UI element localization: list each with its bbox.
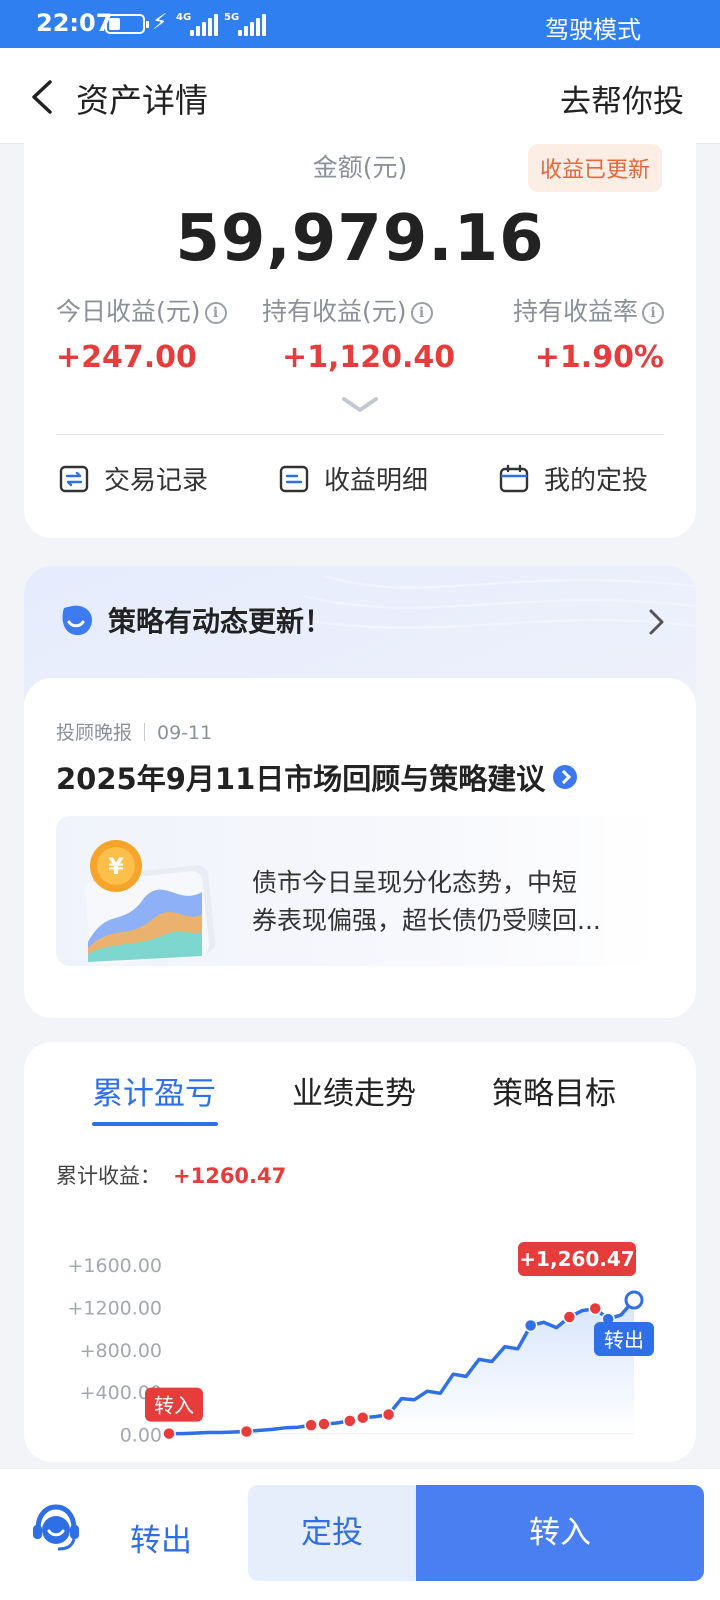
signal-4g-icon	[190, 12, 218, 36]
divider	[56, 434, 664, 435]
transfer-in-marker	[343, 1414, 357, 1428]
peak-value-label: +1,260.47	[519, 1247, 634, 1271]
strategy-header: 策略有动态更新！	[58, 600, 332, 640]
trade-records-label: 交易记录	[104, 466, 209, 496]
strategy-header-text: 策略有动态更新！	[108, 605, 333, 638]
battery-icon	[105, 14, 149, 34]
y-tick-label: +1200.00	[68, 1297, 163, 1319]
cumulative-profit-value: +1260.47	[173, 1164, 287, 1188]
report-snippet-text: 债市今日呈现分化态势，中短 券表现偏强，超长债仍受赎回...	[252, 868, 601, 935]
active-tab-indicator	[92, 1122, 218, 1126]
exchange-icon	[59, 465, 89, 492]
transfer-in-marker	[317, 1417, 331, 1431]
page-title: 资产详情	[76, 81, 208, 120]
transfer-in-tag-label: 转入	[154, 1394, 194, 1418]
tab-performance-trend[interactable]: 业绩走势	[292, 1068, 416, 1113]
network-5g-label: 5G	[224, 12, 240, 23]
performance-card: 累计盈亏 业绩走势 策略目标 累计收益： +1260.47 +1600.00 +12…	[24, 1042, 696, 1462]
strategy-update-card[interactable]: 策略有动态更新！ 投顾晚报 09-11 2025年9月11日市场回顾与策略建议 ¥…	[24, 566, 696, 1018]
holding-profit-label[interactable]: 持有收益(元) i	[262, 292, 433, 328]
tab-cumulative-pnl[interactable]: 累计盈亏	[92, 1068, 216, 1113]
profit-details-label: 收益明细	[324, 466, 429, 496]
transfer-out-tag-label: 转出	[604, 1328, 644, 1352]
status-time: 22:07	[36, 9, 113, 37]
signal-5g-icon	[238, 12, 266, 36]
transfer-in-button[interactable]: 转入	[416, 1485, 704, 1581]
today-profit-label[interactable]: 今日收益(元) i	[56, 292, 227, 328]
report-date: 09-11	[157, 722, 213, 744]
transfer-in-marker	[239, 1424, 254, 1439]
total-amount: 59,979.16	[175, 202, 545, 276]
report-snippet[interactable]: ¥ 债市今日呈现分化态势，中短 券表现偏强，超长债仍受赎回...	[56, 816, 662, 966]
info-icon[interactable]: i	[642, 302, 664, 324]
transfer-in-marker	[381, 1407, 396, 1422]
charging-icon: ⚡	[152, 10, 168, 35]
holding-yield-value: +1.90%	[534, 340, 664, 375]
transfer-out-button[interactable]: 转出	[130, 1515, 192, 1560]
driving-mode-label: 驾驶模式	[545, 16, 641, 44]
y-tick-label: +800.00	[80, 1340, 162, 1362]
profit-details-button[interactable]: 收益明细	[278, 460, 428, 497]
daily-report-card[interactable]: 投顾晚报 09-11 2025年9月11日市场回顾与策略建议 ¥ 债市今日呈现分化…	[24, 678, 696, 1018]
svg-text:¥: ¥	[108, 855, 124, 880]
transfer-in-marker	[588, 1301, 602, 1316]
profit-updated-badge: 收益已更新	[527, 144, 662, 192]
y-tick-label: +1600.00	[68, 1255, 163, 1277]
holding-profit-value: +1,120.40	[282, 340, 456, 375]
transfer-in-marker	[562, 1310, 577, 1324]
report-meta: 投顾晚报 09-11	[56, 718, 212, 745]
transfer-in-marker	[162, 1426, 176, 1441]
status-bar: 22:07 ⚡ 4G 5G 驾驶模式	[0, 0, 720, 48]
tab-strategy-target[interactable]: 策略目标	[492, 1068, 616, 1113]
cumulative-profit: 累计收益： +1260.47	[56, 1160, 286, 1190]
arrow-circle-icon	[553, 765, 578, 789]
holding-yield-label[interactable]: 持有收益率 i	[513, 292, 664, 328]
latest-point-marker	[624, 1290, 644, 1310]
my-auto-invest-label: 我的定投	[544, 466, 649, 496]
my-auto-invest-button[interactable]: 我的定投	[498, 460, 648, 497]
network-4g-label: 4G	[176, 12, 192, 23]
invest-for-you-link[interactable]: 去帮你投	[560, 76, 684, 121]
transfer-out-marker	[523, 1318, 538, 1333]
assistant-logo-icon	[62, 605, 92, 636]
trade-records-button[interactable]: 交易记录	[58, 460, 208, 497]
customer-service-icon[interactable]	[28, 1499, 84, 1555]
calendar-icon	[499, 464, 529, 492]
report-source: 投顾晚报	[56, 722, 133, 744]
today-profit-value: +247.00	[56, 340, 197, 375]
y-tick-label: 0.00	[120, 1425, 162, 1447]
cumulative-profit-label: 累计收益：	[56, 1164, 161, 1188]
bottom-action-bar: 转出 定投 转入	[0, 1468, 720, 1600]
battery-level	[109, 18, 121, 30]
transfer-in-marker	[356, 1410, 370, 1425]
auto-invest-button[interactable]: 定投	[248, 1485, 416, 1581]
back-arrow-icon[interactable]	[28, 80, 58, 114]
info-icon[interactable]: i	[204, 302, 227, 324]
expand-chevron-icon[interactable]	[342, 396, 378, 414]
info-icon[interactable]: i	[410, 302, 433, 324]
transfer-in-marker	[304, 1418, 318, 1432]
asset-summary-card: 金额(元) 收益已更新 59,979.16 今日收益(元) i 持有收益(元) i …	[24, 120, 696, 538]
chevron-right-icon[interactable]	[648, 608, 666, 636]
document-icon	[279, 465, 309, 492]
finance-chart-illustration-icon: ¥	[84, 840, 216, 965]
cumulative-pnl-chart[interactable]: +1600.00+1200.00+800.00+400.000.00-400.0…	[24, 1192, 696, 1462]
report-headline[interactable]: 2025年9月11日市场回顾与策略建议	[56, 756, 578, 798]
